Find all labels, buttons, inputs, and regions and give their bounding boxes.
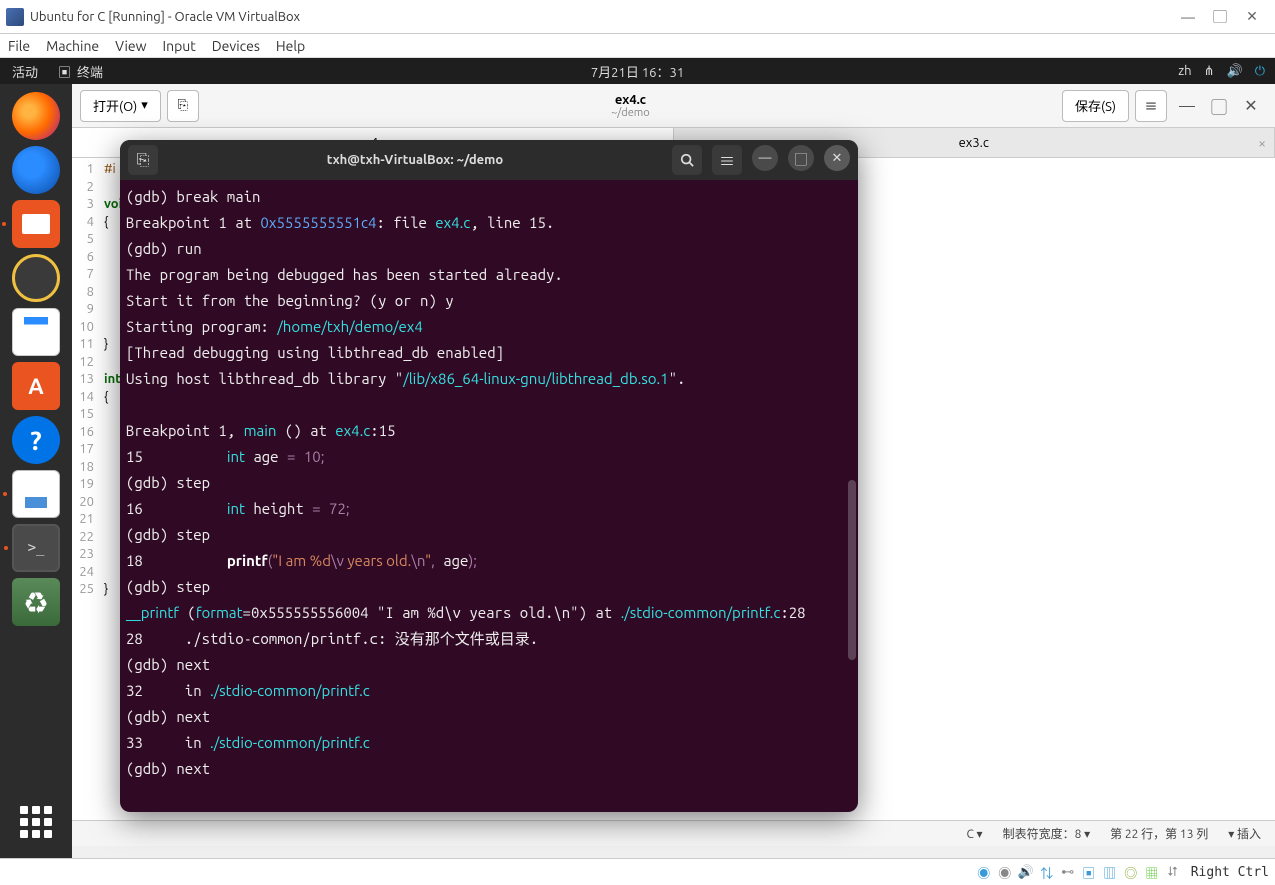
- dock-files[interactable]: [12, 200, 60, 248]
- clock[interactable]: 7月21日 16：31: [591, 62, 684, 81]
- vbox-recording-icon[interactable]: ◎: [1122, 863, 1140, 881]
- power-icon[interactable]: ⏻: [1255, 64, 1265, 79]
- gedit-title: ex4.c ~/demo: [199, 93, 1062, 119]
- dock-terminal[interactable]: [12, 524, 60, 572]
- close-icon[interactable]: ✕: [1245, 10, 1259, 24]
- dock-libreoffice-writer[interactable]: [12, 308, 60, 356]
- dock-firefox[interactable]: [12, 92, 60, 140]
- app-indicator-label: 终端: [77, 62, 103, 81]
- vbox-titlebar: Ubuntu for C [Running] - Oracle VM Virtu…: [0, 0, 1275, 34]
- chevron-down-icon: ▾: [141, 98, 148, 113]
- vbox-display-icon[interactable]: ▥: [1101, 863, 1119, 881]
- activities-button[interactable]: 活动: [0, 62, 50, 81]
- maximize-icon[interactable]: ▢: [788, 145, 814, 171]
- menu-devices[interactable]: Devices: [212, 38, 260, 54]
- gedit-save-button[interactable]: 保存(S): [1062, 90, 1129, 122]
- ubuntu-topbar: 活动 ▣ 终端 7月21日 16：31 zh ⋔ 🔊 ⏻: [0, 58, 1275, 84]
- close-icon[interactable]: ✕: [824, 145, 850, 171]
- gedit-menu-button[interactable]: ≡: [1135, 90, 1167, 122]
- dock-help[interactable]: [12, 416, 60, 464]
- menu-machine[interactable]: Machine: [46, 38, 99, 54]
- menu-file[interactable]: File: [8, 38, 30, 54]
- network-icon[interactable]: ⋔: [1204, 64, 1215, 79]
- minimize-icon[interactable]: —: [752, 145, 778, 171]
- tab-close-icon[interactable]: ×: [1258, 135, 1266, 151]
- status-cursor-pos: 第 22 行，第 13 列: [1110, 825, 1208, 842]
- terminal-title: txh@txh-VirtualBox: ~/demo: [158, 153, 672, 167]
- menu-view[interactable]: View: [115, 38, 146, 54]
- vbox-hdd-icon[interactable]: ◉: [975, 863, 993, 881]
- dock-ubuntu-software[interactable]: [12, 362, 60, 410]
- terminal-output[interactable]: (gdb) break main Breakpoint 1 at 0x55555…: [120, 180, 858, 812]
- gedit-statusbar: C ▾ 制表符宽度：8 ▾ 第 22 行，第 13 列 ▾ 插入: [72, 820, 1275, 846]
- dock-show-apps[interactable]: [20, 806, 52, 838]
- gedit-new-tab-button[interactable]: ⎘: [167, 90, 199, 122]
- dock-rhythmbox[interactable]: [12, 254, 60, 302]
- ime-indicator[interactable]: zh: [1178, 64, 1191, 78]
- ubuntu-dock: [0, 84, 72, 858]
- close-icon[interactable]: ✕: [1243, 98, 1259, 114]
- vbox-mouse-icon[interactable]: ⮃: [1164, 863, 1182, 881]
- maximize-icon[interactable]: ▢: [1211, 98, 1227, 114]
- terminal-icon: ▣: [58, 62, 71, 81]
- terminal-headerbar: ⎘ txh@txh-VirtualBox: ~/demo ≡ — ▢ ✕: [120, 140, 858, 180]
- vbox-optical-icon[interactable]: ◉: [996, 863, 1014, 881]
- vbox-menubar: File Machine View Input Devices Help: [0, 34, 1275, 58]
- terminal-menu-button[interactable]: ≡: [712, 145, 742, 175]
- terminal-new-tab-button[interactable]: ⎘: [128, 145, 158, 175]
- dock-text-editor[interactable]: [12, 470, 60, 518]
- gedit-open-button[interactable]: 打开(O)▾: [80, 90, 161, 122]
- volume-icon[interactable]: 🔊: [1227, 64, 1243, 79]
- vbox-window-title: Ubuntu for C [Running] - Oracle VM Virtu…: [30, 10, 1165, 24]
- dock-thunderbird[interactable]: [12, 146, 60, 194]
- vbox-hostkey-label: Right Ctrl: [1191, 865, 1269, 880]
- vbox-audio-icon[interactable]: 🔊: [1017, 863, 1035, 881]
- vbox-cpu-icon[interactable]: ▦: [1143, 863, 1161, 881]
- menu-help[interactable]: Help: [276, 38, 305, 54]
- vbox-shared-folder-icon[interactable]: ▣: [1080, 863, 1098, 881]
- terminal-scrollbar[interactable]: [848, 480, 856, 660]
- minimize-icon[interactable]: —: [1181, 10, 1195, 24]
- vbox-window-controls: — ▢ ✕: [1165, 10, 1275, 24]
- terminal-search-button[interactable]: [672, 145, 702, 175]
- dock-trash[interactable]: [12, 578, 60, 626]
- status-insert-mode[interactable]: ▾ 插入: [1228, 825, 1261, 842]
- status-tabwidth[interactable]: 制表符宽度：8 ▾: [1003, 825, 1091, 842]
- menu-input[interactable]: Input: [163, 38, 196, 54]
- maximize-icon[interactable]: ▢: [1213, 10, 1227, 24]
- gedit-headerbar: 打开(O)▾ ⎘ ex4.c ~/demo 保存(S) ≡ — ▢ ✕: [72, 84, 1275, 128]
- status-language[interactable]: C ▾: [966, 827, 982, 841]
- vbox-network-icon[interactable]: ⇅: [1038, 863, 1056, 881]
- vbox-usb-icon[interactable]: ⊷: [1059, 863, 1077, 881]
- app-indicator[interactable]: ▣ 终端: [50, 62, 111, 81]
- gedit-line-numbers: 1234567891011121314151617181920212223242…: [72, 158, 100, 820]
- vbox-statusbar: ◉ ◉ 🔊 ⇅ ⊷ ▣ ▥ ◎ ▦ ⮃ Right Ctrl: [0, 858, 1275, 885]
- minimize-icon[interactable]: —: [1179, 98, 1195, 114]
- system-status-area[interactable]: zh ⋔ 🔊 ⏻: [1178, 64, 1265, 79]
- terminal-window: ⎘ txh@txh-VirtualBox: ~/demo ≡ — ▢ ✕ (gd…: [120, 140, 858, 812]
- vbox-app-icon: [6, 8, 24, 26]
